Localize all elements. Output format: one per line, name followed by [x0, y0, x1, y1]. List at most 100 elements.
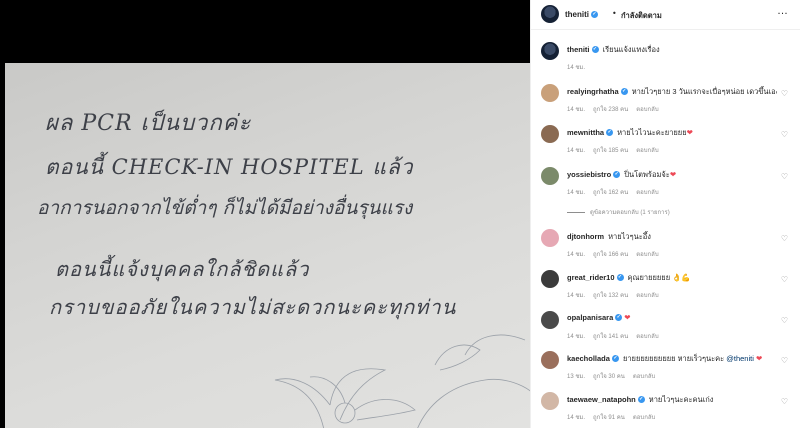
- comment-item: realyingrhatha ✓ หายไวๆยาย 3 วันแรกจะเบื่อ…: [531, 84, 800, 124]
- commenter-avatar[interactable]: [541, 270, 559, 288]
- comment-reply-button[interactable]: ตอบกลับ: [636, 190, 658, 196]
- view-replies-button[interactable]: ดูข้อความตอบกลับ (1 รายการ): [567, 207, 670, 217]
- comment-likes[interactable]: ถูกใจ 141 คน: [593, 334, 628, 340]
- comment-reply-button[interactable]: ตอบกลับ: [633, 415, 655, 421]
- comment-reply-button[interactable]: ตอบกลับ: [636, 252, 658, 258]
- verified-badge-icon: ✓: [613, 171, 621, 179]
- post-header: theniti ✓ • กำลังติดตาม …: [531, 0, 800, 30]
- comment-text: หายไวไวนะคะยายยย: [617, 128, 687, 137]
- comment-meta: 14 ชม. ถูกใจ 162 คน ตอบกลับ: [567, 187, 667, 197]
- comment-time: 14 ชม.: [567, 334, 586, 340]
- comment-reply-button[interactable]: ตอบกลับ: [636, 107, 658, 113]
- comment-reply-button[interactable]: ตอบกลับ: [636, 293, 658, 299]
- comment-time: 14 ชม.: [567, 148, 586, 154]
- comment-line: mewnittha ✓ หายไวไวนะคะยายยย❤: [567, 127, 777, 139]
- comment-line: great_rider10 ✓ คุณยายยยยย 👌💪: [567, 272, 777, 284]
- comment-likes[interactable]: ถูกใจ 238 คน: [593, 107, 628, 113]
- comment-reply-button[interactable]: ตอบกลับ: [633, 374, 655, 380]
- author-username[interactable]: theniti ✓: [565, 10, 600, 19]
- caption-username[interactable]: theniti: [567, 45, 590, 54]
- comment-reply-button[interactable]: ตอบกลับ: [636, 334, 658, 340]
- comments-panel: theniti ✓ • กำลังติดตาม … theniti ✓ เรียนแจ…: [530, 0, 800, 428]
- comment-username[interactable]: djtonhorm: [567, 232, 604, 241]
- comment-time: 14 ชม.: [567, 415, 586, 421]
- commenter-avatar[interactable]: [541, 229, 559, 247]
- comment-time: 14 ชม.: [567, 190, 586, 196]
- comment-item: djtonhorm หายไวๆนะอึ้ง 14 ชม. ถูกใจ 166 คน…: [531, 229, 800, 269]
- comment-item: yossiebistro ✓ ปิ่นโตพร้อมจ้ะ❤ 14 ชม. ถูกใจ…: [531, 167, 800, 207]
- comment-meta: 14 ชม. ถูกใจ 185 คน ตอบกลับ: [567, 145, 667, 155]
- comment-text: คุณยายยยยย: [627, 273, 671, 282]
- comment-meta: 14 ชม. ถูกใจ 141 คน ตอบกลับ: [567, 331, 667, 341]
- comment-likes[interactable]: ถูกใจ 91 คน: [593, 415, 625, 421]
- comment-username[interactable]: opalpanisara: [567, 313, 613, 322]
- comment-time: 13 ชม.: [567, 374, 586, 380]
- comment-reply-button[interactable]: ตอบกลับ: [636, 148, 658, 154]
- like-comment-heart-icon[interactable]: ♡: [780, 89, 789, 98]
- comment-line: taewaew_natapohn ✓ หายไวๆนะคะคนเก่ง: [567, 394, 777, 406]
- comment-item: great_rider10 ✓ คุณยายยยยย 👌💪 14 ชม. ถูกใจ 1…: [531, 270, 800, 310]
- comment-likes[interactable]: ถูกใจ 162 คน: [593, 190, 628, 196]
- post-photo[interactable]: ผล PCR เป็นบวกค่ะ ตอนนี้ CHECK-IN HOSPIT…: [0, 0, 530, 428]
- following-button[interactable]: กำลังติดตาม: [621, 10, 662, 22]
- comment-time: 14 ชม.: [567, 252, 586, 258]
- like-comment-heart-icon[interactable]: ♡: [780, 275, 789, 284]
- commenter-avatar[interactable]: [541, 351, 559, 369]
- note-line-2: ตอนนี้ CHECK-IN HOSPITEL แล้ว: [45, 155, 414, 179]
- post-caption: theniti ✓ เรียนแจ้งแทงเรื่อง 14 ชม.: [531, 42, 800, 82]
- caption-text: เรียนแจ้งแทงเรื่อง: [602, 45, 660, 54]
- commenter-avatar[interactable]: [541, 167, 559, 185]
- caption-meta: 14 ชม.: [567, 62, 593, 72]
- like-comment-heart-icon[interactable]: ♡: [780, 172, 789, 181]
- comment-line: djtonhorm หายไวๆนะอึ้ง: [567, 231, 777, 243]
- more-options-icon[interactable]: …: [777, 5, 789, 17]
- comment-meta: 13 ชม. ถูกใจ 30 คน ตอบกลับ: [567, 371, 663, 381]
- like-comment-heart-icon[interactable]: ♡: [780, 356, 789, 365]
- separator-dot: •: [612, 9, 617, 18]
- commenter-avatar[interactable]: [541, 392, 559, 410]
- comment-line: kaechollada ✓ ยายยยยยยยยยย หายเร็วๆนะคะ @t…: [567, 353, 777, 365]
- caption-avatar[interactable]: [541, 42, 559, 60]
- red-heart-emoji: ❤: [756, 354, 763, 363]
- note-line-4: ตอนนี้แจ้งบุคคลใกล้ชิดแล้ว: [55, 257, 310, 281]
- comment-meta: 14 ชม. ถูกใจ 91 คน ตอบกลับ: [567, 412, 663, 422]
- comment-username[interactable]: yossiebistro: [567, 170, 611, 179]
- view-replies-label[interactable]: ดูข้อความตอบกลับ (1 รายการ): [590, 210, 670, 216]
- like-comment-heart-icon[interactable]: ♡: [780, 397, 789, 406]
- handwritten-note-paper: ผล PCR เป็นบวกค่ะ ตอนนี้ CHECK-IN HOSPIT…: [5, 63, 530, 428]
- comment-username[interactable]: mewnittha: [567, 128, 604, 137]
- mention-link[interactable]: @theniti: [726, 354, 754, 363]
- verified-badge-icon: ✓: [616, 274, 624, 282]
- comment-item: taewaew_natapohn ✓ หายไวๆนะคะคนเก่ง 14 ชม.…: [531, 392, 800, 428]
- comment-likes[interactable]: ถูกใจ 132 คน: [593, 293, 628, 299]
- comment-text: หายไวๆนะคะคนเก่ง: [648, 395, 714, 404]
- author-username-text[interactable]: theniti: [565, 10, 589, 19]
- red-heart-emoji: ❤: [686, 128, 693, 137]
- comment-text: หายไวๆนะอึ้ง: [608, 232, 651, 241]
- like-comment-heart-icon[interactable]: ♡: [780, 234, 789, 243]
- comment-likes[interactable]: ถูกใจ 185 คน: [593, 148, 628, 154]
- verified-badge-icon: ✓: [591, 46, 599, 54]
- verified-badge-icon: ✓: [620, 88, 628, 96]
- comment-line: realyingrhatha ✓ หายไวๆยาย 3 วันแรกจะเบื่อ…: [567, 86, 777, 98]
- comment-line: yossiebistro ✓ ปิ่นโตพร้อมจ้ะ❤: [567, 169, 777, 181]
- like-comment-heart-icon[interactable]: ♡: [780, 316, 789, 325]
- commenter-avatar[interactable]: [541, 125, 559, 143]
- like-comment-heart-icon[interactable]: ♡: [780, 130, 789, 139]
- comment-likes[interactable]: ถูกใจ 166 คน: [593, 252, 628, 258]
- verified-badge-icon: ✓: [591, 10, 598, 18]
- comment-time: 14 ชม.: [567, 293, 586, 299]
- verified-badge-icon: ✓: [611, 355, 619, 363]
- red-heart-emoji: ❤: [669, 170, 677, 179]
- commenter-avatar[interactable]: [541, 84, 559, 102]
- comment-username[interactable]: taewaew_natapohn: [567, 395, 636, 404]
- comment-username[interactable]: great_rider10: [567, 273, 615, 282]
- comment-time: 14 ชม.: [567, 107, 586, 113]
- verified-badge-icon: ✓: [606, 129, 614, 137]
- comment-username[interactable]: kaechollada: [567, 354, 610, 363]
- author-avatar[interactable]: [541, 5, 559, 23]
- comment-item: opalpanisara ✓ ❤ 14 ชม. ถูกใจ 141 คน ตอบกลับ…: [531, 311, 800, 351]
- comment-username[interactable]: realyingrhatha: [567, 87, 619, 96]
- commenter-avatar[interactable]: [541, 311, 559, 329]
- comment-likes[interactable]: ถูกใจ 30 คน: [593, 374, 625, 380]
